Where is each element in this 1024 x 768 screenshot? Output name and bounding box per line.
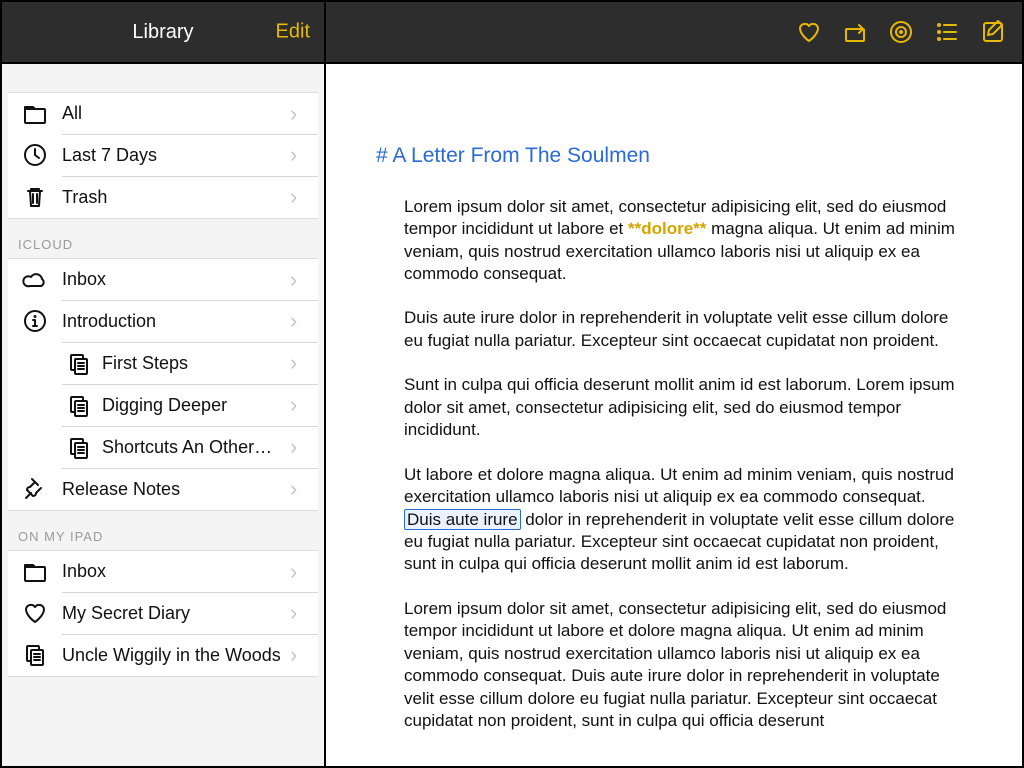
favorite-button[interactable] [794,17,824,47]
sidebar-item-first-steps[interactable]: First Steps › [8,342,318,384]
chevron-right-icon: › [290,434,318,460]
paragraph: Lorem ipsum dolor sit amet, consectetur … [404,598,962,733]
section-header-onmyipad: ON MY IPAD [8,511,318,550]
sidebar-item-label: Inbox [62,269,290,290]
pages-icon [8,642,62,668]
section-header-icloud: ICLOUD [8,219,318,258]
editor-toolbar [326,2,1022,64]
library-title: Library [132,21,193,44]
chevron-right-icon: › [290,101,318,127]
editor-area[interactable]: # A Letter From The Soulmen Lorem ipsum … [326,64,1022,766]
sidebar-item-label: Shortcuts An Other… [102,437,290,458]
text-selection: Duis aute irure [404,509,521,530]
sidebar-item-label: Trash [62,187,290,208]
main-pane: # A Letter From The Soulmen Lorem ipsum … [326,2,1022,766]
clock-icon [8,142,62,168]
target-button[interactable] [886,17,916,47]
sidebar-item-icloud-inbox[interactable]: Inbox › [8,258,318,300]
paragraph: Duis aute irure dolor in reprehenderit i… [404,307,962,352]
sidebar-item-diary[interactable]: My Secret Diary › [8,592,318,634]
sidebar-item-ipad-inbox[interactable]: Inbox › [8,550,318,592]
chevron-right-icon: › [290,350,318,376]
chevron-right-icon: › [290,476,318,502]
sidebar-body: All › Last 7 Days › Trash › ICLOUD [2,64,324,766]
folder-icon [8,559,62,585]
chevron-right-icon: › [290,642,318,668]
sidebar-item-shortcuts[interactable]: Shortcuts An Other… › [8,426,318,468]
pages-icon [8,351,102,375]
paragraph: Sunt in culpa qui officia deserunt molli… [404,374,962,441]
sidebar-item-label: My Secret Diary [62,603,290,624]
chevron-right-icon: › [290,392,318,418]
cloud-icon [8,267,62,293]
pages-icon [8,393,102,417]
paragraph: Lorem ipsum dolor sit amet, consectetur … [404,196,962,286]
sidebar-item-label: Digging Deeper [102,395,290,416]
sidebar-item-label: First Steps [102,353,290,374]
chevron-right-icon: › [290,142,318,168]
trash-icon [8,184,62,210]
sidebar: Library Edit All › Last 7 Days › Trash [2,2,326,766]
edit-button[interactable]: Edit [276,21,310,44]
sidebar-item-label: Inbox [62,561,290,582]
sidebar-item-label: Introduction [62,311,290,332]
info-icon [8,308,62,334]
sidebar-item-all[interactable]: All › [8,92,318,134]
share-button[interactable] [840,17,870,47]
document-heading: # A Letter From The Soulmen [376,142,962,170]
sidebar-item-release-notes[interactable]: Release Notes › [8,468,318,510]
sidebar-item-digging-deeper[interactable]: Digging Deeper › [8,384,318,426]
text-run: Ut labore et dolore magna aliqua. Ut eni… [404,465,954,506]
folder-icon [8,101,62,127]
pin-icon [8,476,62,502]
checklist-button[interactable] [932,17,962,47]
pages-icon [8,435,102,459]
sidebar-item-uncle-wiggily[interactable]: Uncle Wiggily in the Woods › [8,634,318,676]
sidebar-item-label: All [62,103,290,124]
sidebar-header: Library Edit [2,2,324,64]
chevron-right-icon: › [290,308,318,334]
bold-markdown: **dolore** [628,219,706,238]
sidebar-item-trash[interactable]: Trash › [8,176,318,218]
sidebar-item-label: Uncle Wiggily in the Woods [62,645,290,666]
sidebar-item-last7days[interactable]: Last 7 Days › [8,134,318,176]
sidebar-item-label: Last 7 Days [62,145,290,166]
chevron-right-icon: › [290,184,318,210]
chevron-right-icon: › [290,267,318,293]
chevron-right-icon: › [290,600,318,626]
paragraph: Ut labore et dolore magna aliqua. Ut eni… [404,464,962,576]
compose-button[interactable] [978,17,1008,47]
heart-icon [8,600,62,626]
sidebar-item-introduction[interactable]: Introduction › [8,300,318,342]
chevron-right-icon: › [290,559,318,585]
sidebar-item-label: Release Notes [62,479,290,500]
